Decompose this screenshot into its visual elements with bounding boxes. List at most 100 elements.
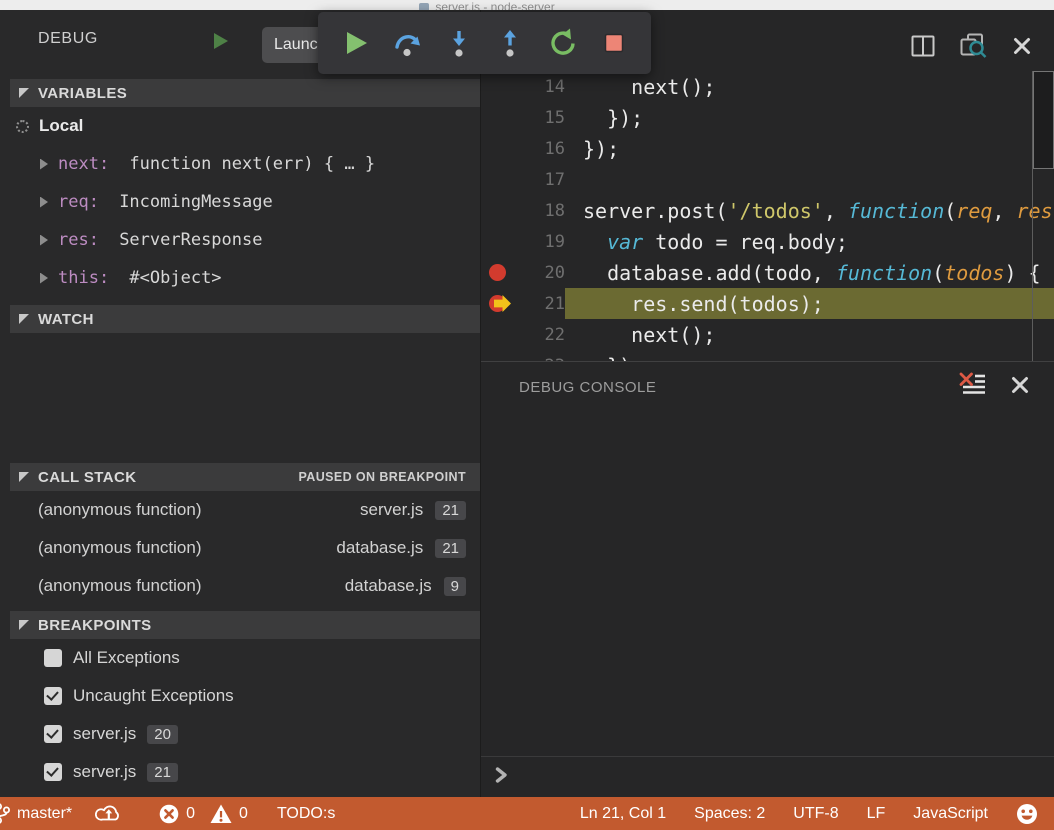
stop-button[interactable] [597,26,631,60]
feedback-smiley-icon[interactable] [1016,803,1038,825]
sync-item[interactable] [95,803,122,824]
line-number: 18 [517,201,565,221]
breakpoint-gutter[interactable] [481,257,517,288]
breakpoint-gutter[interactable] [481,288,517,319]
paused-status-badge: PAUSED ON BREAKPOINT [298,470,466,484]
breakpoint-gutter[interactable] [481,350,517,361]
code-text[interactable] [565,164,1054,195]
close-editor-icon[interactable] [1012,36,1032,56]
code-token: todos [944,261,1004,285]
code-token: database.add(todo, [583,261,836,285]
frame-line-badge: 9 [444,577,466,596]
code-token: res.send(todos); [583,292,824,316]
debug-console-input[interactable] [481,756,1054,797]
split-editor-icon[interactable] [911,35,935,57]
open-preview-icon[interactable] [960,33,987,58]
code-text[interactable]: }); [565,133,1054,164]
code-line: 16}); [481,133,1054,164]
breakpoint-row[interactable]: Uncaught Exceptions [0,677,480,715]
breakpoint-checkbox[interactable] [44,725,62,743]
cursor-position-item[interactable]: Ln 21, Col 1 [580,805,666,823]
scope-row-local[interactable]: Local [0,107,480,145]
step-into-button[interactable] [442,26,476,60]
expand-triangle-icon [19,620,29,630]
scope-label: Local [39,116,83,136]
code-token: ( [932,261,944,285]
line-number: 16 [517,139,565,159]
code-text[interactable]: server.post('/todos', function(req, res [565,195,1054,226]
watch-list[interactable] [0,333,480,461]
code-token: ( [944,199,956,223]
variable-row[interactable]: next: function next(err) { … } [0,145,480,183]
breakpoint-line-badge: 20 [147,725,178,744]
indentation-item[interactable]: Spaces: 2 [694,805,765,823]
line-number: 19 [517,232,565,252]
variables-list: Local next: function next(err) { … }req:… [0,107,480,297]
git-branch-item[interactable]: master* [0,802,72,825]
close-console-icon[interactable] [1010,375,1030,400]
todo-item[interactable]: TODO:s [277,805,335,823]
debug-console-output[interactable] [481,412,1054,756]
code-text[interactable]: }); [565,350,1054,361]
clear-console-icon[interactable] [959,372,986,403]
step-out-button[interactable] [493,26,527,60]
breakpoint-checkbox[interactable] [44,687,62,705]
call-stack-frame[interactable]: (anonymous function)database.js21 [0,529,480,567]
eol-item[interactable]: LF [867,805,886,823]
variable-value: #<Object> [129,268,221,288]
breakpoint-row[interactable]: server.js20 [0,715,480,753]
code-text[interactable]: }); [565,102,1054,133]
debug-console-panel: DEBUG CONSOLE [481,361,1054,797]
debug-console-title: DEBUG CONSOLE [519,379,656,396]
line-number: 17 [517,170,565,190]
expand-triangle-icon [19,472,29,482]
language-item[interactable]: JavaScript [913,805,988,823]
code-token: '/todos' [728,199,824,223]
breakpoint-gutter[interactable] [481,164,517,195]
code-editor[interactable]: 14 next();15 });16});1718server.post('/t… [481,71,1054,361]
code-text[interactable]: res.send(todos); [565,288,1054,319]
collapsed-triangle-icon [40,159,48,170]
warnings-item[interactable]: 0 [210,804,248,824]
breakpoint-gutter[interactable] [481,319,517,350]
step-over-button[interactable] [390,26,424,60]
breakpoint-gutter[interactable] [481,71,517,102]
window-titlebar: server.js - node-server [0,0,1054,10]
code-token: }); [583,106,643,130]
code-line: 15 }); [481,102,1054,133]
variable-row[interactable]: this: #<Object> [0,259,480,297]
code-text[interactable]: next(); [565,71,1054,102]
code-text[interactable]: next(); [565,319,1054,350]
breakpoint-checkbox[interactable] [44,649,62,667]
errors-item[interactable]: 0 [159,804,195,824]
breakpoint-gutter[interactable] [481,226,517,257]
breakpoints-section-header[interactable]: BREAKPOINTS [10,611,480,639]
encoding-item[interactable]: UTF-8 [793,805,838,823]
continue-button[interactable] [338,26,372,60]
variable-row[interactable]: res: ServerResponse [0,221,480,259]
breakpoint-gutter[interactable] [481,102,517,133]
code-line: 20 database.add(todo, function(todos) { [481,257,1054,288]
scrollbar-slider[interactable] [1033,71,1054,169]
breakpoint-row[interactable]: All Exceptions [0,639,480,677]
breakpoint-row[interactable]: server.js21 [0,753,480,791]
variable-row[interactable]: req: IncomingMessage [0,183,480,221]
variables-section-header[interactable]: VARIABLES [10,79,480,107]
restart-button[interactable] [545,26,579,60]
breakpoint-label: All Exceptions [73,648,180,668]
breakpoint-gutter[interactable] [481,195,517,226]
watch-section-header[interactable]: WATCH [10,305,480,333]
breakpoint-checkbox[interactable] [44,763,62,781]
frame-name: (anonymous function) [38,576,345,596]
code-text[interactable]: var todo = req.body; [565,226,1054,257]
call-stack-section-header[interactable]: CALL STACK PAUSED ON BREAKPOINT [10,463,480,491]
code-text[interactable]: database.add(todo, function(todos) { [565,257,1054,288]
collapsed-triangle-icon [40,273,48,284]
breakpoint-line-badge: 21 [147,763,178,782]
warning-icon [210,804,232,824]
breakpoint-gutter[interactable] [481,133,517,164]
frame-file: database.js [336,538,423,558]
call-stack-frame[interactable]: (anonymous function)database.js9 [0,567,480,605]
start-debug-icon[interactable] [210,31,230,56]
call-stack-frame[interactable]: (anonymous function)server.js21 [0,491,480,529]
